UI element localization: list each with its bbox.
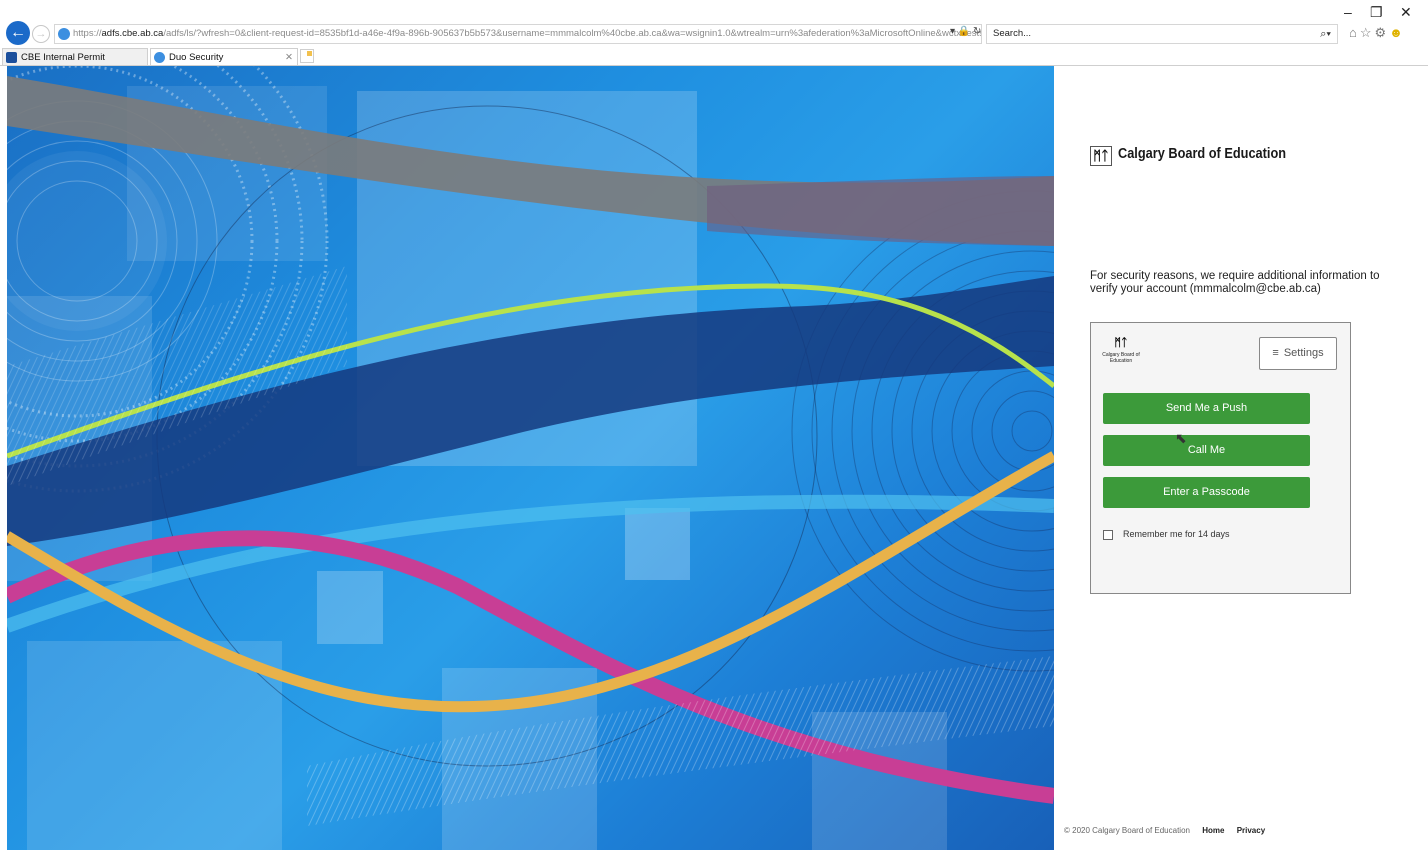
browser-chrome: – ❐ ✕ ← → https://adfs.cbe.ab.ca/adfs/ls… [0, 0, 1428, 80]
duo-org-logo: ᛗᛏ Calgary Board of Education [1101, 337, 1141, 364]
duo-prompt: ᛗᛏ Calgary Board of Education ≡ Settings … [1090, 322, 1351, 594]
home-link[interactable]: Home [1202, 826, 1224, 835]
minimize-icon[interactable]: – [1344, 4, 1352, 20]
footer: © 2020 Calgary Board of Education Home P… [1064, 826, 1265, 835]
mouse-cursor-icon: ⬉ [1175, 430, 1187, 446]
restore-icon[interactable]: ❐ [1370, 4, 1383, 21]
tab-duo-security[interactable]: Duo Security ✕ [150, 48, 298, 65]
call-me-button[interactable]: Call Me [1103, 435, 1310, 466]
lock-refresh-icons[interactable]: ▾ 🔒 ↻ [950, 26, 981, 37]
address-bar[interactable]: https://adfs.cbe.ab.ca/adfs/ls/?wfresh=0… [54, 24, 982, 44]
background-illustration [7, 66, 1054, 850]
tab-strip: CBE Internal Permit Informatio... Duo Se… [0, 48, 1428, 80]
org-name: Calgary Board of Education [1118, 146, 1287, 162]
back-button[interactable]: ← [6, 21, 30, 45]
toolbar-icons: ⌂☆⚙☻ [1349, 25, 1406, 41]
privacy-link[interactable]: Privacy [1237, 826, 1265, 835]
close-tab-icon[interactable]: ✕ [285, 49, 293, 66]
url-domain: adfs.cbe.ab.ca [101, 28, 164, 39]
settings-button[interactable]: ≡ Settings [1259, 337, 1337, 370]
gear-icon[interactable]: ⚙ [1375, 25, 1390, 40]
remember-me-row[interactable]: Remember me for 14 days [1103, 528, 1230, 540]
copyright-text: © 2020 Calgary Board of Education [1064, 826, 1190, 835]
cbe-logo-icon: ᛗᛏ [1090, 146, 1112, 166]
close-window-icon[interactable]: ✕ [1400, 4, 1412, 21]
send-push-button[interactable]: Send Me a Push [1103, 393, 1310, 424]
forward-button[interactable]: → [32, 25, 50, 43]
cbe-logo-icon: ᛗᛏ [1114, 337, 1128, 349]
url-path: /adfs/ls/?wfresh=0&client-request-id=853… [163, 28, 982, 39]
tab-favicon-icon [154, 52, 165, 63]
background-waves [7, 66, 1054, 850]
search-input[interactable]: Search... ⌕▾ [986, 24, 1338, 44]
address-row: ← → https://adfs.cbe.ab.ca/adfs/ls/?wfre… [0, 21, 1428, 46]
security-message: For security reasons, we require additio… [1090, 270, 1380, 295]
tab-label: Duo Security [169, 52, 224, 63]
duo-logo-name: Calgary Board of Education [1102, 352, 1140, 364]
remember-me-label: Remember me for 14 days [1123, 529, 1230, 539]
menu-icon: ≡ [1272, 347, 1279, 359]
favorites-icon[interactable]: ☆ [1360, 25, 1375, 40]
remember-me-checkbox[interactable] [1103, 529, 1113, 540]
url-prefix: https:// [73, 28, 102, 39]
site-favicon-icon [58, 28, 70, 40]
settings-label: Settings [1283, 347, 1324, 359]
enter-passcode-button[interactable]: Enter a Passcode [1103, 477, 1310, 508]
login-panel: ᛗᛏ Calgary Board of Education For securi… [1054, 66, 1428, 850]
tab-favicon-icon [6, 52, 17, 63]
feedback-smiley-icon[interactable]: ☻ [1389, 25, 1406, 40]
search-placeholder: Search... [993, 28, 1032, 39]
home-icon[interactable]: ⌂ [1349, 25, 1360, 40]
tab-cbe-permit[interactable]: CBE Internal Permit Informatio... [2, 48, 148, 80]
search-icon[interactable]: ⌕▾ [1320, 25, 1331, 43]
new-tab-button[interactable] [300, 49, 314, 63]
